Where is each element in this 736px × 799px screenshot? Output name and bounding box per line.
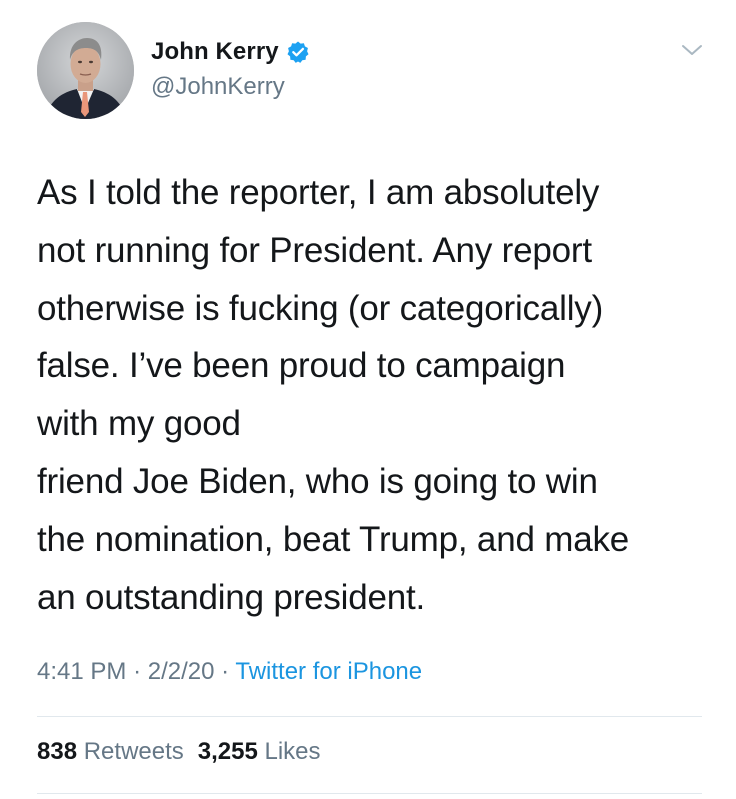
meta-separator: · (221, 658, 230, 685)
divider (37, 716, 702, 717)
retweets-label: Retweets (83, 738, 184, 765)
avatar[interactable] (37, 22, 134, 119)
tweet-source-link[interactable]: Twitter for iPhone (235, 658, 422, 685)
likes-label: Likes (264, 738, 321, 765)
tweet-text: As I told the reporter, I am absolutely … (37, 164, 707, 626)
chevron-down-icon[interactable] (679, 40, 705, 60)
tweet-stats: 838 Retweets 3,255 Likes (37, 738, 321, 766)
tweet-date[interactable]: 2/2/20 (148, 658, 215, 685)
retweets-count: 838 (37, 738, 78, 765)
user-handle[interactable]: @JohnKerry (151, 73, 285, 101)
tweet-text-line: false. I’ve been proud to campaign (37, 346, 566, 386)
tweet-card: John Kerry @JohnKerry As I told the repo… (0, 0, 736, 799)
divider (37, 793, 702, 794)
tweet-text-line: not running for President. Any report (37, 230, 592, 270)
tweet-text-line: otherwise is fucking (or categorically) (37, 288, 604, 328)
verified-badge-icon (286, 40, 310, 64)
tweet-text-line: friend Joe Biden, who is going to win (37, 461, 598, 501)
tweet-text-line: As I told the reporter, I am absolutely (37, 173, 600, 212)
avatar-image (37, 22, 134, 119)
tweet-meta: 4:41 PM · 2/2/20 · Twitter for iPhone (37, 658, 422, 686)
likes-stat[interactable]: 3,255 Likes (198, 738, 321, 765)
retweets-stat[interactable]: 838 Retweets (37, 738, 184, 765)
tweet-text-line: an outstanding president. (37, 577, 426, 617)
tweet-time[interactable]: 4:41 PM (37, 658, 126, 685)
tweet-text-line: the nomination, beat Trump, and make (37, 519, 630, 559)
likes-count: 3,255 (197, 738, 258, 765)
user-name-row[interactable]: John Kerry (151, 38, 310, 66)
meta-separator: · (133, 658, 142, 685)
tweet-text-line: with my good (37, 404, 241, 444)
display-name[interactable]: John Kerry (151, 38, 279, 66)
